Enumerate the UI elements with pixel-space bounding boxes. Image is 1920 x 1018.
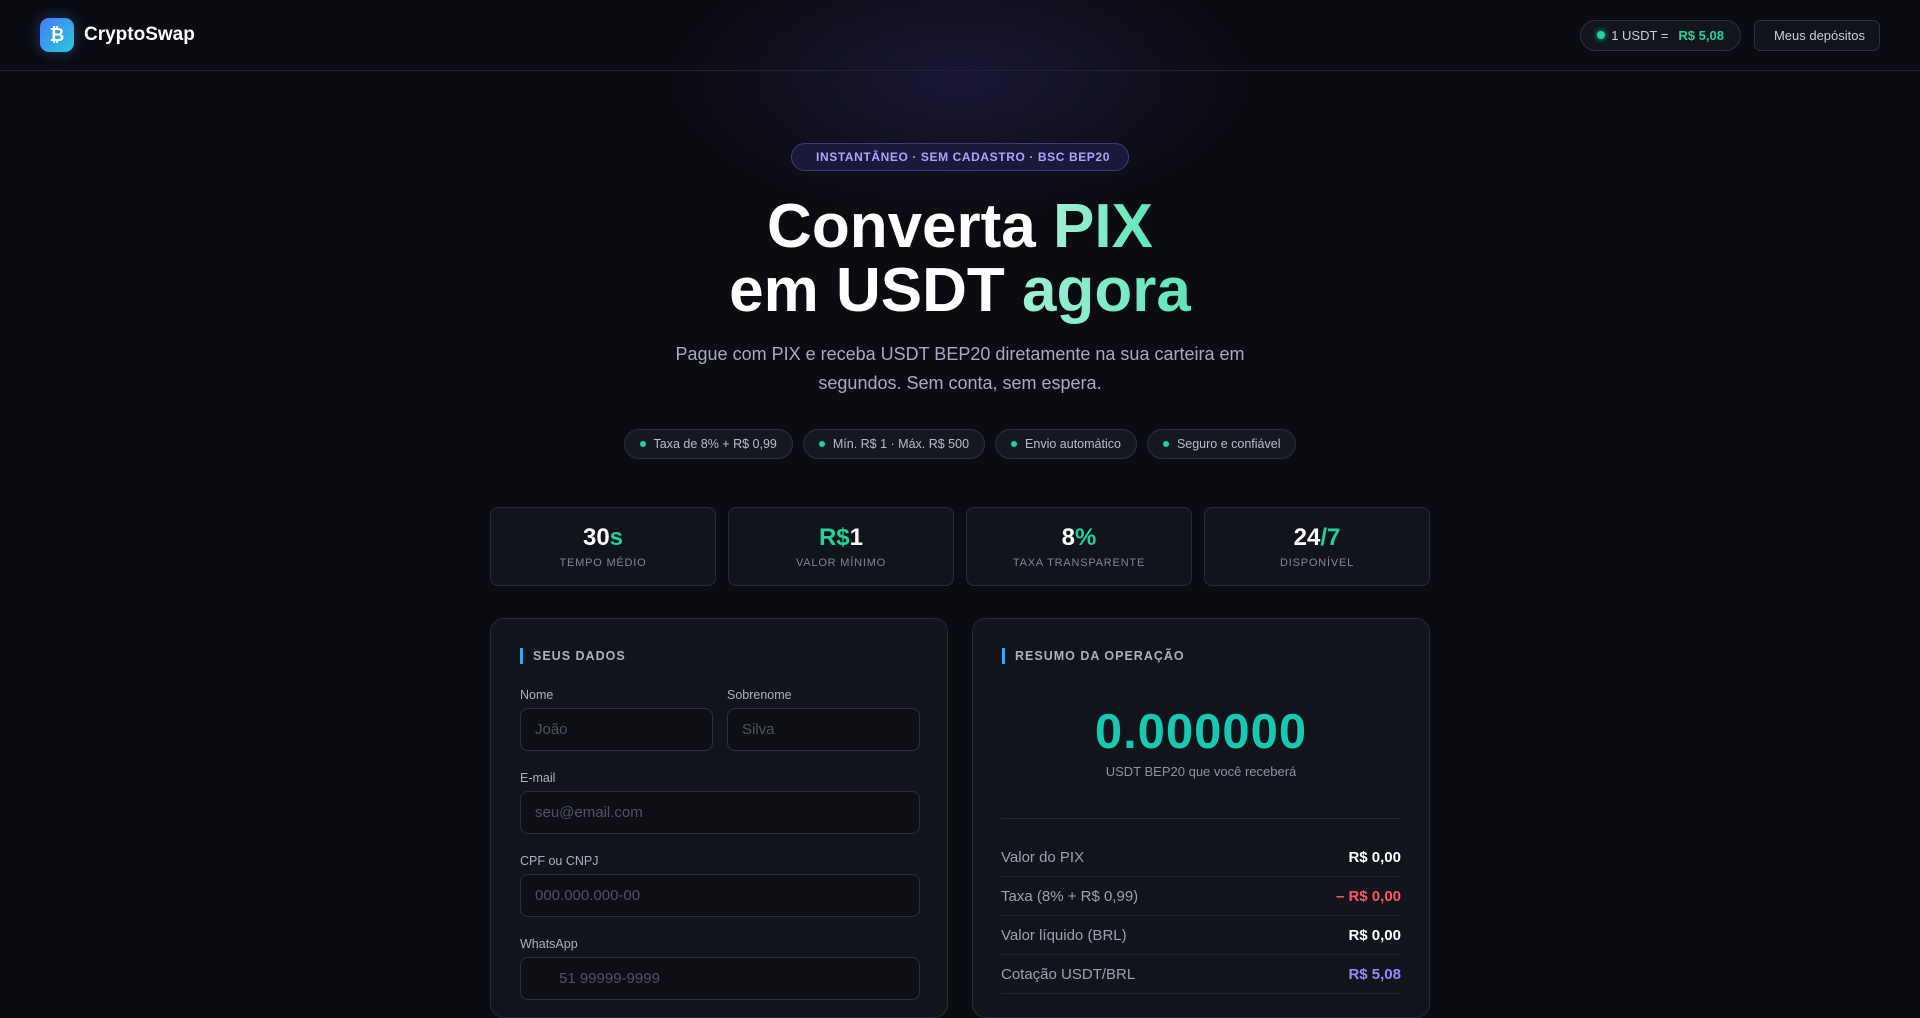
feature-pills: Taxa de 8% + R$ 0,99 Mín. R$ 1 · Máx. R$… — [0, 429, 1920, 459]
my-deposits-button[interactable]: Meus depósitos — [1753, 19, 1880, 51]
stat-value-main: 8 — [1061, 524, 1075, 551]
stat-value: R$1 — [819, 524, 863, 552]
bitcoin-logo-icon: ₿ — [40, 18, 74, 52]
hero-title: Converta PIX em USDT agora — [560, 195, 1360, 323]
feature-text: Envio automático — [1025, 437, 1121, 451]
stat-card-fee: 8% TAXA TRANSPARENTE — [966, 507, 1192, 586]
email-input[interactable] — [520, 791, 920, 834]
panel-title: SEUS DADOS — [520, 648, 626, 664]
stat-card-average-time: 30s TEMPO MÉDIO — [490, 507, 716, 586]
bullet-dot-icon — [639, 441, 646, 447]
last-name-label: Sobrenome — [727, 688, 792, 702]
cpf-input[interactable] — [520, 874, 920, 917]
stat-value-main: 1 — [849, 524, 864, 551]
summary-row-net-value: Valor líquido (BRL) R$ 0,00 — [1001, 916, 1401, 955]
stat-value-accent: % — [1075, 524, 1097, 551]
feature-pill: Mín. R$ 1 · Máx. R$ 500 — [802, 429, 986, 459]
exchange-rate-pill: 1 USDT = R$ 5,08 — [1580, 19, 1741, 51]
stat-label: DISPONÍVEL — [1279, 557, 1355, 569]
feature-pill: Taxa de 8% + R$ 0,99 — [623, 429, 793, 459]
feature-pill: Envio automático — [995, 429, 1137, 459]
rate-prefix: 1 USDT = — [1611, 27, 1669, 43]
feature-text: Mín. R$ 1 · Máx. R$ 500 — [832, 437, 970, 451]
first-name-label: Nome — [520, 688, 554, 702]
bullet-dot-icon — [818, 441, 825, 447]
stat-label: TEMPO MÉDIO — [559, 557, 647, 569]
brand[interactable]: ₿ CryptoSwap — [40, 18, 195, 52]
last-name-input[interactable] — [727, 708, 920, 751]
stat-value-accent: /7 — [1320, 524, 1341, 551]
brand-name: CryptoSwap — [84, 24, 195, 45]
stat-value-main: 24 — [1293, 524, 1321, 551]
bullet-dot-icon — [1162, 441, 1169, 447]
stat-value: 24/7 — [1294, 524, 1341, 552]
summary-row-fee: Taxa (8% + R$ 0,99) – R$ 0,00 — [1001, 877, 1401, 916]
hero-title-part4: agora — [1022, 256, 1191, 325]
stat-card-minimum-value: R$1 VALOR MÍNIMO — [728, 507, 954, 586]
summary-row-label: Taxa (8% + R$ 0,99) — [1001, 887, 1139, 905]
summary-row-label: Cotação USDT/BRL — [1001, 965, 1136, 983]
whatsapp-input[interactable] — [520, 957, 920, 1000]
stat-value-main: 30 — [582, 524, 610, 551]
header-actions: 1 USDT = R$ 5,08 Meus depósitos — [1580, 19, 1880, 51]
stat-label: TAXA TRANSPARENTE — [1012, 557, 1146, 569]
hero-badge: INSTANTÂNEO · SEM CADASTRO · BSC BEP20 — [791, 143, 1129, 171]
summary-row-value: R$ 0,00 — [1348, 926, 1401, 944]
panel-title: RESUMO DA OPERAÇÃO — [1002, 648, 1185, 664]
stat-label: VALOR MÍNIMO — [795, 557, 887, 569]
stat-value-accent: s — [609, 524, 624, 551]
hero-subtitle: Pague com PIX e receba USDT BEP20 direta… — [675, 344, 1245, 393]
feature-pill: Seguro e confiável — [1146, 429, 1297, 459]
usdt-amount: 0.000000 — [1094, 705, 1308, 759]
bullet-dot-icon — [1011, 441, 1018, 447]
summary-row-value: R$ 0,00 — [1348, 848, 1401, 866]
whatsapp-label: WhatsApp — [520, 937, 578, 951]
summary-row-exchange-rate: Cotação USDT/BRL R$ 5,08 — [1001, 955, 1401, 994]
first-name-input[interactable] — [520, 708, 713, 751]
feature-text: Taxa de 8% + R$ 0,99 — [653, 437, 777, 451]
summary-row-label: Valor do PIX — [1001, 848, 1085, 866]
stat-value: 30s — [583, 524, 623, 552]
feature-text: Seguro e confiável — [1176, 437, 1281, 451]
rate-value: R$ 5,08 — [1678, 27, 1724, 43]
summary-row-value: – R$ 0,00 — [1335, 887, 1401, 905]
hero-title-part3: em USDT — [729, 256, 1022, 325]
hero-title-part1: Converta — [767, 192, 1054, 261]
my-deposits-label: Meus depósitos — [1773, 27, 1865, 43]
operation-summary-panel: RESUMO DA OPERAÇÃO 0.000000 USDT BEP20 q… — [972, 618, 1430, 1018]
stat-value: 8% — [1062, 524, 1097, 552]
hero-title-part2: PIX — [1053, 192, 1153, 261]
summary-row-value: R$ 5,08 — [1348, 965, 1401, 983]
user-data-panel: SEUS DADOS Nome Sobrenome E-mail CPF ou … — [490, 618, 948, 1018]
top-header: ₿ CryptoSwap 1 USDT = R$ 5,08 Meus depós… — [0, 0, 1920, 71]
summary-row-label: Valor líquido (BRL) — [1001, 926, 1127, 944]
stat-card-availability: 24/7 DISPONÍVEL — [1204, 507, 1430, 586]
stats-row: 30s TEMPO MÉDIO R$1 VALOR MÍNIMO 8% TAXA… — [490, 507, 1430, 586]
divider — [1001, 818, 1401, 819]
summary-row-pix-value: Valor do PIX R$ 0,00 — [1001, 838, 1401, 877]
live-status-dot-icon — [1597, 31, 1606, 39]
email-label: E-mail — [520, 771, 556, 785]
hero-badge-text: INSTANTÂNEO · SEM CADASTRO · BSC BEP20 — [816, 150, 1110, 164]
cpf-label: CPF ou CNPJ — [520, 854, 599, 868]
stat-value-accent: R$ — [818, 524, 850, 551]
usdt-amount-caption: USDT BEP20 que você receberá — [1105, 764, 1297, 779]
